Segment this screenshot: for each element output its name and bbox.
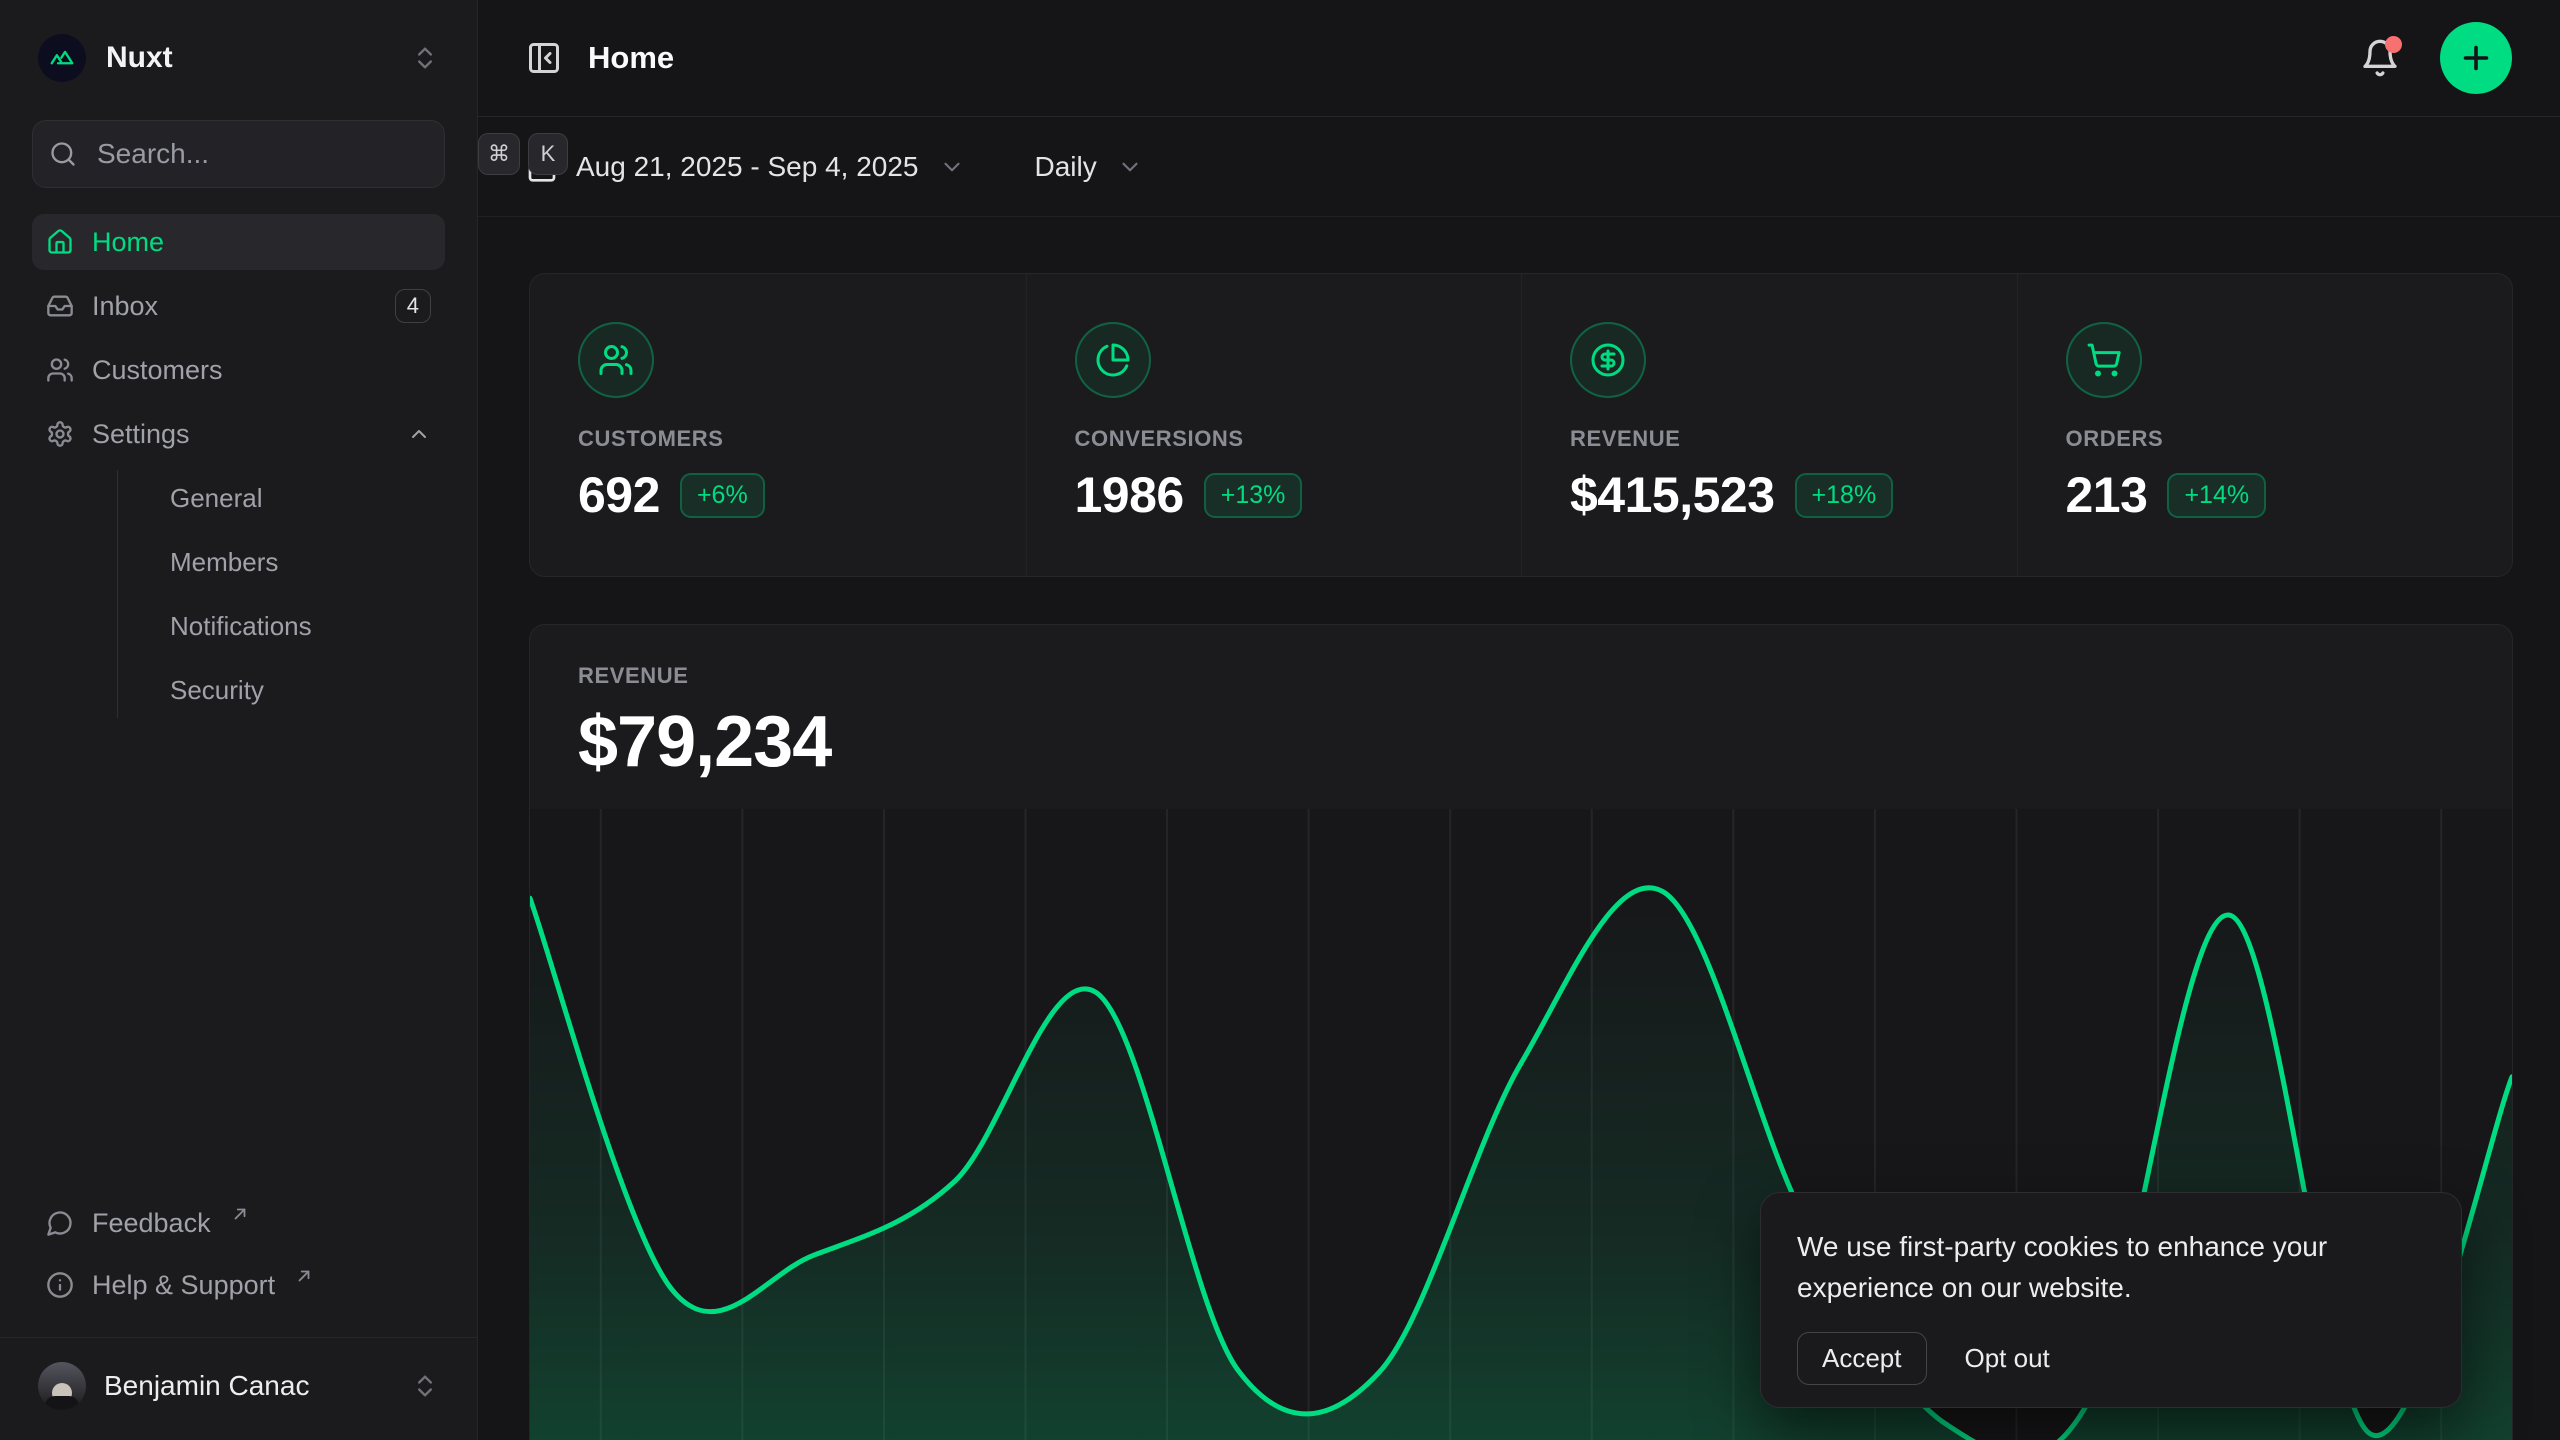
sidebar-item-security[interactable]: Security [170, 662, 445, 718]
help-support-label: Help & Support [92, 1270, 275, 1301]
panel-left-close-icon [526, 40, 562, 76]
sidebar-item-settings[interactable]: Settings [32, 406, 445, 462]
stat-value: $415,523 [1570, 466, 1775, 524]
stat-label: CONVERSIONS [1075, 426, 1474, 452]
stat-delta-badge: +18% [1795, 473, 1894, 518]
inbox-count-badge: 4 [395, 289, 431, 323]
chevrons-up-down-icon [411, 1372, 439, 1400]
sidebar-item-label: Inbox [92, 291, 158, 322]
stat-value: 1986 [1075, 466, 1184, 524]
stat-value: 213 [2066, 466, 2148, 524]
settings-submenu: General Members Notifications Security [117, 470, 445, 718]
external-link-icon [231, 1205, 249, 1223]
revenue-chart-total: $79,234 [578, 701, 2464, 783]
search-icon [49, 140, 77, 168]
date-range-picker[interactable]: Aug 21, 2025 - Sep 4, 2025 [526, 151, 965, 183]
cmd-key: ⌘ [478, 133, 520, 175]
nuxt-logo-icon [38, 34, 86, 82]
filter-toolbar: Aug 21, 2025 - Sep 4, 2025 Daily [478, 117, 2560, 217]
user-menu[interactable]: Benjamin Canac [32, 1356, 445, 1416]
k-key: K [528, 133, 568, 175]
sidebar-item-label: Home [92, 227, 164, 258]
sidebar-user-section: Benjamin Canac [0, 1337, 477, 1440]
feedback-link[interactable]: Feedback [32, 1195, 445, 1251]
sidebar-item-label: Customers [92, 355, 223, 386]
page-title: Home [588, 40, 674, 76]
shopping-cart-icon [2066, 322, 2142, 398]
page-header: Home [478, 0, 2560, 117]
sidebar-item-members[interactable]: Members [170, 534, 445, 590]
chevron-down-icon [1117, 154, 1143, 180]
workspace-switcher[interactable]: Nuxt [32, 26, 445, 90]
gear-icon [46, 420, 74, 448]
stat-tile-orders: ORDERS 213 +14% [2017, 274, 2513, 576]
workspace-name: Nuxt [106, 41, 173, 75]
external-link-icon [295, 1267, 313, 1285]
date-range-value: Aug 21, 2025 - Sep 4, 2025 [576, 151, 919, 183]
stat-delta-badge: +14% [2167, 473, 2266, 518]
stat-label: REVENUE [1570, 426, 1969, 452]
sidebar-item-label: Settings [92, 419, 190, 450]
sidebar-item-general[interactable]: General [170, 470, 445, 526]
circle-dollar-icon [1570, 322, 1646, 398]
stat-tile-conversions: CONVERSIONS 1986 +13% [1026, 274, 1522, 576]
sidebar-spacer [32, 728, 445, 1195]
sidebar-nav: Home Inbox 4 Cus [32, 214, 445, 728]
chat-bubble-icon [46, 1209, 74, 1237]
notifications-button[interactable] [2360, 38, 2400, 78]
user-avatar [38, 1362, 86, 1410]
inbox-icon [46, 292, 74, 320]
users-icon [578, 322, 654, 398]
header-actions [2360, 22, 2512, 94]
sidebar-item-customers[interactable]: Customers [32, 342, 445, 398]
add-button[interactable] [2440, 22, 2512, 94]
stat-delta-badge: +13% [1204, 473, 1303, 518]
stat-value: 692 [578, 466, 660, 524]
chevrons-up-down-icon [411, 44, 439, 72]
info-icon [46, 1271, 74, 1299]
sidebar-item-inbox[interactable]: Inbox 4 [32, 278, 445, 334]
cookie-message: We use first-party cookies to enhance yo… [1797, 1227, 2397, 1308]
revenue-chart-header: REVENUE $79,234 [530, 625, 2512, 783]
sidebar-item-home[interactable]: Home [32, 214, 445, 270]
stat-label: ORDERS [2066, 426, 2465, 452]
granularity-value: Daily [1035, 151, 1097, 183]
sidebar-item-notifications[interactable]: Notifications [170, 598, 445, 654]
plus-icon [2458, 40, 2494, 76]
revenue-chart-label: REVENUE [578, 663, 2464, 689]
sidebar-collapse-button[interactable] [526, 40, 562, 76]
chevron-down-icon [939, 154, 965, 180]
sidebar-footer: Feedback Help & Support [32, 1195, 445, 1319]
pie-chart-icon [1075, 322, 1151, 398]
feedback-label: Feedback [92, 1208, 211, 1239]
search-shortcut: ⌘ K [478, 133, 568, 175]
help-support-link[interactable]: Help & Support [32, 1257, 445, 1313]
stat-tile-revenue: REVENUE $415,523 +18% [1521, 274, 2017, 576]
cookie-banner: We use first-party cookies to enhance yo… [1760, 1192, 2462, 1408]
stat-delta-badge: +6% [680, 473, 765, 518]
stat-label: CUSTOMERS [578, 426, 978, 452]
search-box[interactable]: ⌘ K [32, 120, 445, 188]
search-input[interactable] [95, 137, 460, 171]
users-icon [46, 356, 74, 384]
house-icon [46, 228, 74, 256]
granularity-select[interactable]: Daily [1035, 151, 1143, 183]
sidebar: Nuxt ⌘ K [0, 0, 478, 1440]
cookie-optout-button[interactable]: Opt out [1965, 1333, 2050, 1384]
stat-tile-customers: CUSTOMERS 692 +6% [530, 274, 1026, 576]
user-name: Benjamin Canac [104, 1370, 309, 1402]
stats-card: CUSTOMERS 692 +6% CONVERSIONS 1986 +13% [529, 273, 2513, 577]
chevron-up-icon [407, 422, 431, 446]
dashboard-app: Nuxt ⌘ K [0, 0, 2560, 1440]
notification-dot [2385, 36, 2402, 53]
cookie-accept-button[interactable]: Accept [1797, 1332, 1927, 1385]
